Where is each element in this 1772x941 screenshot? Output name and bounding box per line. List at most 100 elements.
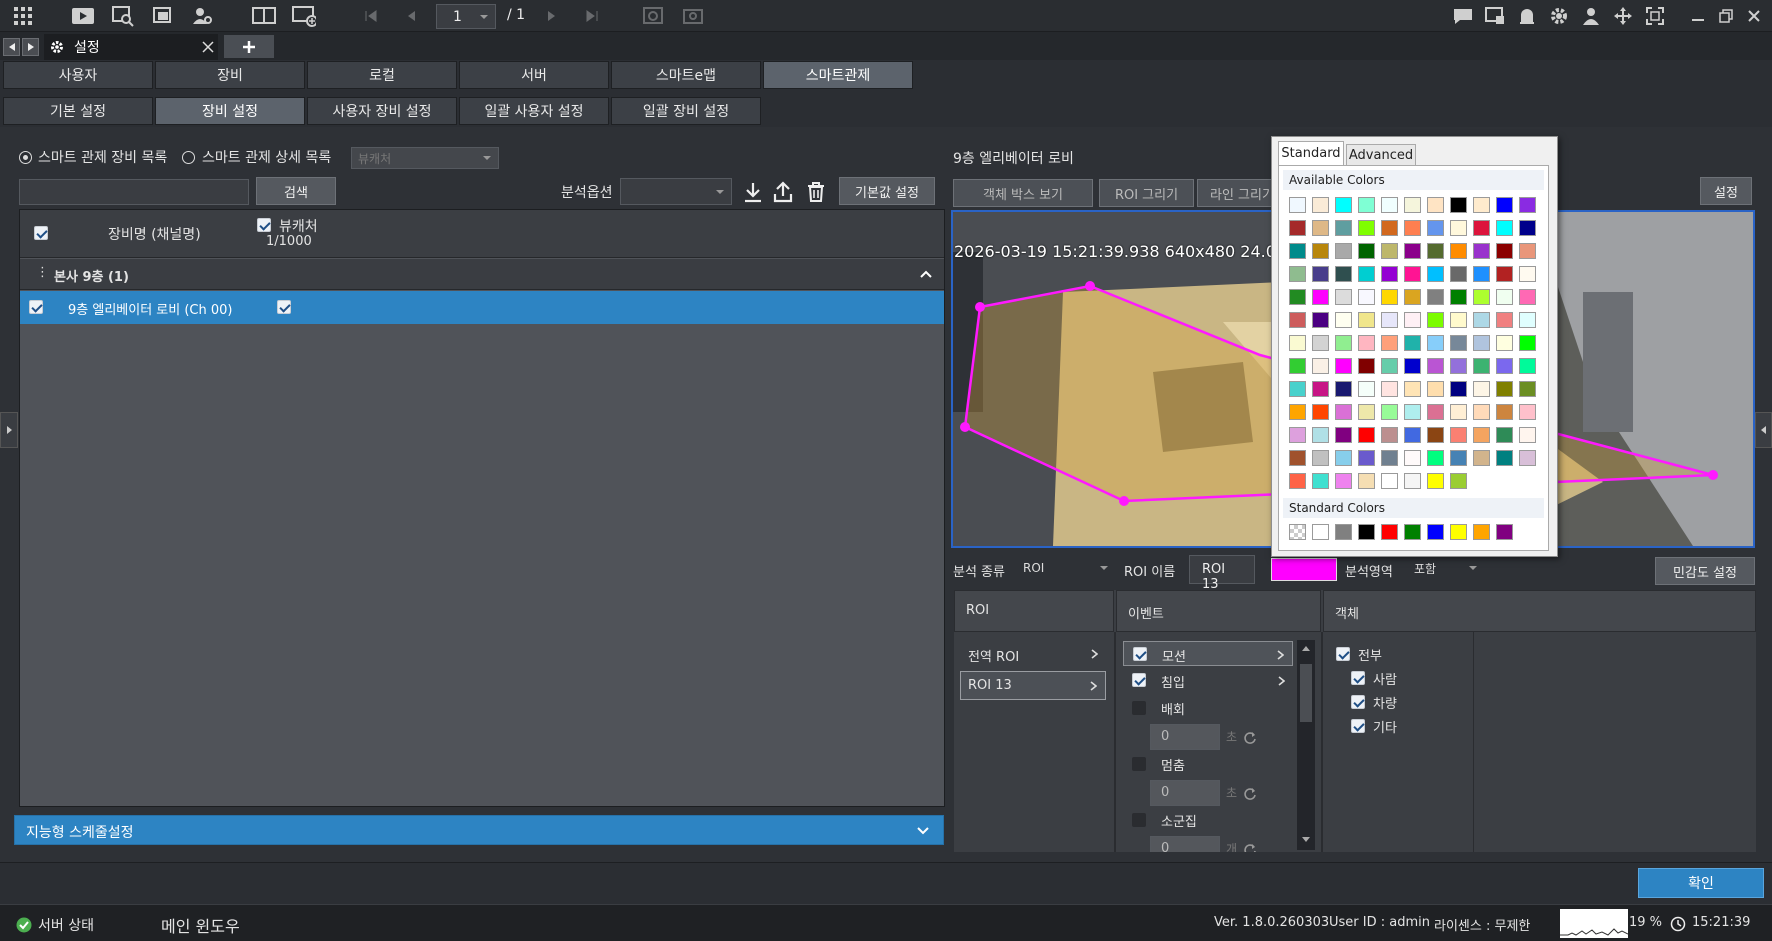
color-swatch[interactable]: [1312, 243, 1329, 259]
color-swatch[interactable]: [1450, 289, 1467, 305]
playback-search-icon[interactable]: [111, 4, 135, 28]
color-swatch[interactable]: [1312, 473, 1329, 489]
analysis-option-dropdown[interactable]: [620, 178, 732, 205]
select-all-checkbox[interactable]: [34, 226, 48, 240]
color-swatch[interactable]: [1312, 289, 1329, 305]
color-swatch[interactable]: [1473, 312, 1490, 328]
color-swatch[interactable]: [1519, 381, 1536, 397]
color-swatch[interactable]: [1404, 473, 1421, 489]
color-swatch[interactable]: [1473, 220, 1490, 236]
tab-advanced[interactable]: Advanced: [1346, 144, 1416, 165]
viewer-type-dropdown[interactable]: 뷰캐처: [351, 147, 499, 169]
color-swatch[interactable]: [1427, 335, 1444, 351]
color-swatch[interactable]: [1496, 450, 1513, 466]
color-swatch[interactable]: [1312, 335, 1329, 351]
close-window-icon[interactable]: [1742, 4, 1766, 28]
color-swatch[interactable]: [1496, 266, 1513, 282]
color-swatch[interactable]: [1473, 404, 1490, 420]
color-swatch[interactable]: [1496, 404, 1513, 420]
color-swatch[interactable]: [1381, 197, 1398, 213]
standard-color-swatch[interactable]: [1289, 524, 1306, 540]
reset-icon[interactable]: [1243, 787, 1257, 801]
color-swatch[interactable]: [1404, 381, 1421, 397]
color-swatch[interactable]: [1289, 312, 1306, 328]
color-swatch[interactable]: [1519, 220, 1536, 236]
color-swatch[interactable]: [1335, 473, 1352, 489]
color-swatch[interactable]: [1312, 220, 1329, 236]
reset-icon[interactable]: [1243, 843, 1257, 852]
color-swatch[interactable]: [1473, 243, 1490, 259]
color-swatch[interactable]: [1496, 197, 1513, 213]
color-swatch[interactable]: [1358, 381, 1375, 397]
subtab-device-settings[interactable]: 장비 설정: [155, 97, 305, 125]
color-swatch[interactable]: [1289, 197, 1306, 213]
radio-device-list[interactable]: [19, 151, 32, 164]
color-swatch[interactable]: [1358, 243, 1375, 259]
analysis-type-dropdown[interactable]: ROI: [1016, 556, 1116, 580]
color-swatch[interactable]: [1381, 335, 1398, 351]
event-monitor-icon[interactable]: [1483, 4, 1507, 28]
standard-color-swatch[interactable]: [1312, 524, 1329, 540]
color-swatch[interactable]: [1404, 197, 1421, 213]
event-scrollbar[interactable]: [1297, 640, 1315, 850]
color-swatch[interactable]: [1496, 381, 1513, 397]
color-swatch[interactable]: [1404, 243, 1421, 259]
subtab-bulk-user-settings[interactable]: 일괄 사용자 설정: [459, 97, 609, 125]
event-crowd-checkbox[interactable]: [1132, 813, 1146, 827]
color-swatch[interactable]: [1427, 312, 1444, 328]
reset-icon[interactable]: [1243, 731, 1257, 745]
minimize-icon[interactable]: [1686, 4, 1710, 28]
event-stop-checkbox[interactable]: [1132, 757, 1146, 771]
color-swatch[interactable]: [1427, 358, 1444, 374]
roi-color-swatch[interactable]: [1271, 558, 1337, 581]
color-swatch[interactable]: [1312, 358, 1329, 374]
color-swatch[interactable]: [1358, 289, 1375, 305]
color-swatch[interactable]: [1404, 427, 1421, 443]
event-list-icon[interactable]: [151, 4, 175, 28]
event-motion-checkbox[interactable]: [1133, 647, 1147, 661]
color-swatch[interactable]: [1289, 243, 1306, 259]
upload-icon[interactable]: [772, 181, 794, 203]
color-swatch[interactable]: [1381, 404, 1398, 420]
color-swatch[interactable]: [1335, 220, 1352, 236]
color-swatch[interactable]: [1381, 243, 1398, 259]
color-swatch[interactable]: [1427, 427, 1444, 443]
tab-standard[interactable]: Standard: [1278, 141, 1344, 165]
color-swatch[interactable]: [1289, 473, 1306, 489]
object-box-button[interactable]: 객체 박스 보기: [953, 179, 1093, 207]
color-swatch[interactable]: [1335, 243, 1352, 259]
subtab-basic-settings[interactable]: 기본 설정: [3, 97, 153, 125]
confirm-button[interactable]: 확인: [1638, 868, 1764, 898]
color-swatch[interactable]: [1335, 427, 1352, 443]
group-row[interactable]: ⋮ 본사 9층 (1): [20, 259, 944, 290]
live-view-icon[interactable]: [71, 4, 95, 28]
device-search-input[interactable]: [19, 179, 249, 205]
color-swatch[interactable]: [1496, 289, 1513, 305]
color-swatch[interactable]: [1289, 335, 1306, 351]
color-swatch[interactable]: [1473, 427, 1490, 443]
radio-detail-list[interactable]: [182, 151, 195, 164]
color-swatch[interactable]: [1289, 289, 1306, 305]
settings-tab[interactable]: 설정: [44, 34, 218, 60]
standard-color-swatch[interactable]: [1496, 524, 1513, 540]
standard-color-swatch[interactable]: [1335, 524, 1352, 540]
color-swatch[interactable]: [1427, 266, 1444, 282]
color-swatch[interactable]: [1358, 197, 1375, 213]
color-swatch[interactable]: [1312, 381, 1329, 397]
color-swatch[interactable]: [1381, 220, 1398, 236]
table-row[interactable]: 9층 엘리베이터 로비 (Ch 00): [20, 291, 944, 324]
first-page-icon[interactable]: [359, 4, 383, 28]
scrollbar-thumb[interactable]: [1300, 664, 1312, 722]
user-icon[interactable]: [1579, 4, 1603, 28]
color-swatch[interactable]: [1450, 358, 1467, 374]
color-swatch[interactable]: [1427, 243, 1444, 259]
color-swatch[interactable]: [1450, 404, 1467, 420]
color-swatch[interactable]: [1519, 243, 1536, 259]
grid-menu-icon[interactable]: [11, 4, 35, 28]
tab-scroll-left[interactable]: [3, 38, 20, 56]
color-swatch[interactable]: [1473, 335, 1490, 351]
sensitivity-button[interactable]: 민감도 설정: [1655, 557, 1755, 585]
viewer-all-checkbox[interactable]: [257, 218, 271, 232]
color-swatch[interactable]: [1289, 358, 1306, 374]
color-swatch[interactable]: [1450, 450, 1467, 466]
